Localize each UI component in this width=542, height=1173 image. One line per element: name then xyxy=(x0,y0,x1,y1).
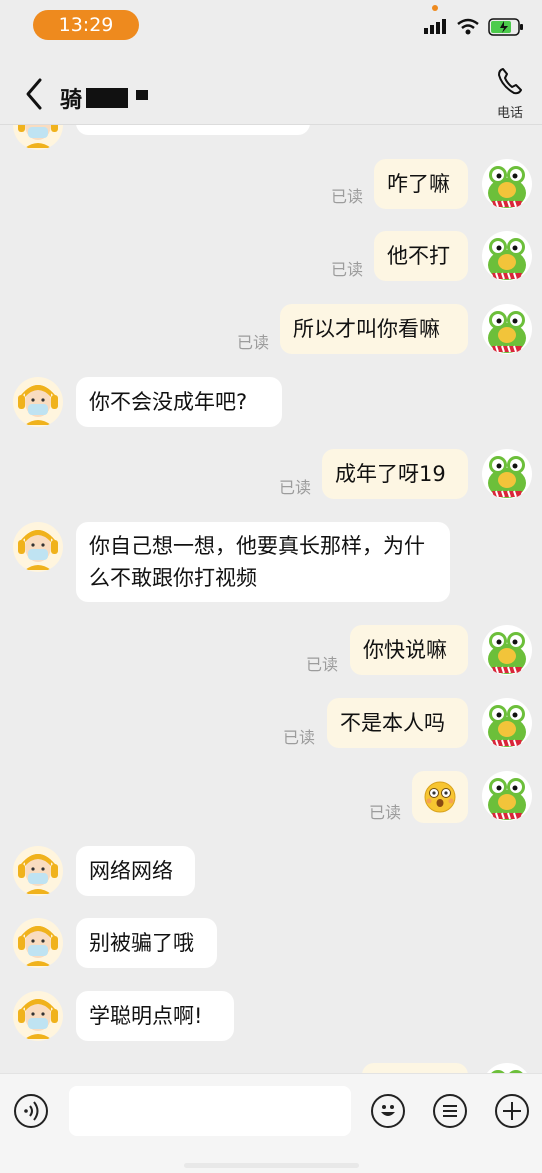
contact-avatar[interactable] xyxy=(13,846,63,896)
chat-area[interactable]: 已读 咋了嘛 已读 他不打 已读 所以才叫你看嘛 你不会没成年吧? 已读 成年了… xyxy=(0,125,542,1073)
read-receipt: 已读 xyxy=(331,187,364,206)
redaction-mark xyxy=(86,88,128,108)
back-button[interactable] xyxy=(18,74,52,114)
input-bar xyxy=(0,1073,542,1173)
message-bubble-other[interactable] xyxy=(76,125,310,135)
message-bubble-me[interactable]: 所以才叫你看嘛 xyxy=(280,304,468,354)
chat-title: 骑 xyxy=(60,88,83,113)
read-receipt: 已读 xyxy=(331,260,364,279)
status-time: 13:29 xyxy=(33,10,139,40)
message-bubble-other[interactable]: 网络网络 xyxy=(76,846,195,896)
message-bubble-me[interactable]: 他不打 xyxy=(374,231,468,281)
voice-icon xyxy=(24,1101,39,1121)
my-avatar[interactable] xyxy=(482,159,532,209)
my-avatar[interactable] xyxy=(482,625,532,675)
signal-icon xyxy=(424,19,446,34)
redaction-mark xyxy=(136,90,148,100)
read-receipt: 已读 xyxy=(369,803,402,822)
emoji-button[interactable] xyxy=(371,1094,405,1128)
smiley-icon xyxy=(381,1105,395,1116)
status-indicator-dot xyxy=(432,5,438,11)
battery-icon xyxy=(488,18,523,36)
phone-label: 电话 xyxy=(496,106,523,121)
message-bubble-me-emoji[interactable] xyxy=(412,771,468,823)
message-bubble-other[interactable]: 你自己想一想，他要真长那样，为什么不敢跟你打视频 xyxy=(76,522,450,602)
read-receipt: 已读 xyxy=(306,655,339,674)
read-receipt: 已读 xyxy=(237,333,270,352)
plus-icon xyxy=(503,1102,521,1120)
message-bubble-me[interactable] xyxy=(362,1063,468,1073)
voice-button[interactable] xyxy=(14,1094,48,1128)
message-bubble-me[interactable]: 你快说嘛 xyxy=(350,625,468,675)
my-avatar[interactable] xyxy=(482,231,532,281)
read-receipt: 已读 xyxy=(279,478,312,497)
contact-avatar[interactable] xyxy=(13,377,63,427)
contact-avatar[interactable] xyxy=(13,522,63,572)
message-input[interactable] xyxy=(69,1086,351,1136)
my-avatar[interactable] xyxy=(482,304,532,354)
message-bubble-other[interactable]: 你不会没成年吧? xyxy=(76,377,282,427)
my-avatar[interactable] xyxy=(482,698,532,748)
quick-reply-button[interactable] xyxy=(433,1094,467,1128)
contact-avatar[interactable] xyxy=(13,125,63,150)
more-button[interactable] xyxy=(495,1094,529,1128)
chat-header: 骑 电话 xyxy=(0,50,542,124)
list-icon xyxy=(443,1105,457,1117)
message-bubble-other[interactable]: 别被骗了哦 xyxy=(76,918,217,968)
message-bubble-me[interactable]: 不是本人吗 xyxy=(327,698,468,748)
contact-avatar[interactable] xyxy=(13,918,63,968)
shocked-face-emoji xyxy=(424,781,456,813)
wifi-icon xyxy=(457,18,479,35)
my-avatar[interactable] xyxy=(482,771,532,821)
my-avatar[interactable] xyxy=(482,1063,532,1073)
message-bubble-me[interactable]: 成年了呀19 xyxy=(322,449,468,499)
message-bubble-other[interactable]: 学聪明点啊! xyxy=(76,991,234,1041)
phone-call-button[interactable]: 电话 xyxy=(488,64,532,121)
home-indicator xyxy=(184,1163,359,1168)
phone-icon xyxy=(498,68,522,95)
read-receipt: 已读 xyxy=(283,728,316,747)
message-bubble-me[interactable]: 咋了嘛 xyxy=(374,159,468,209)
my-avatar[interactable] xyxy=(482,449,532,499)
status-bar: 13:29 xyxy=(0,0,542,50)
contact-avatar[interactable] xyxy=(13,991,63,1041)
